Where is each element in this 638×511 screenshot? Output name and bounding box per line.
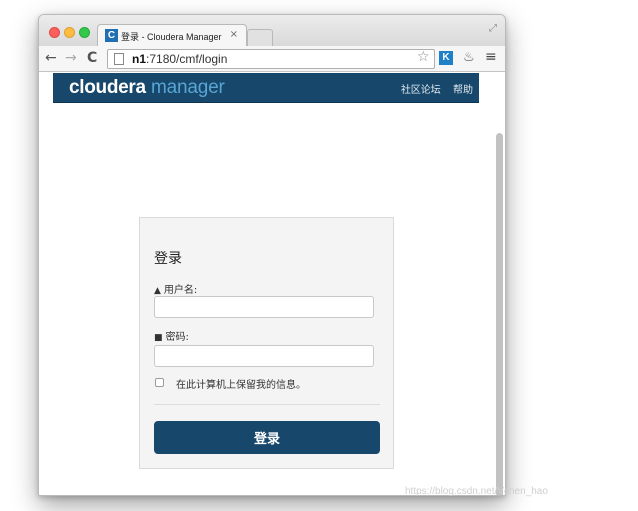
browser-titlebar: C 登录 - Cloudera Manager × ⤢ [39,15,505,47]
window-close-button[interactable] [49,27,60,38]
watermark: https://blog.csdn.net/Vchen_hao [405,486,548,497]
back-arrow-icon[interactable]: ← [45,50,57,66]
divider [154,404,380,405]
browser-tab[interactable]: C 登录 - Cloudera Manager × [97,24,247,47]
user-icon: ▲ [154,286,161,296]
remember-me-label[interactable]: 在此计算机上保留我的信息。 [176,376,306,391]
window-minimize-button[interactable] [64,27,75,38]
lock-icon: ■ [154,333,163,343]
username-input[interactable] [154,296,374,318]
window-maximize-button[interactable] [79,27,90,38]
url-text: n1:7180/cmf/login [132,52,227,66]
username-label-text: 用户名: [163,285,198,296]
header-links: 社区论坛 帮助 [392,81,473,96]
url-path: :7180/cmf/login [146,52,228,66]
password-label-text: 密码: [165,332,189,343]
login-card: 登录 ▲ 用户名: ■ 密码: 在此计算机上保留我的信息。 登录 [139,217,394,469]
address-bar[interactable]: n1:7180/cmf/login [107,49,435,69]
password-label: ■ 密码: [154,328,189,343]
browser-toolbar: ← → C n1:7180/cmf/login ☆ K ♨ ≡ [39,46,505,72]
browser-window: C 登录 - Cloudera Manager × ⤢ ← → C n1:718… [38,14,506,496]
login-heading: 登录 [154,251,182,267]
page-viewport: cloudera manager 社区论坛 帮助 登录 ▲ 用户名: ■ 密码: 在… [39,73,505,495]
help-link[interactable]: 帮助 [453,85,473,96]
forward-arrow-icon[interactable]: → [65,50,77,66]
menu-icon[interactable]: ≡ [485,49,497,65]
extension-k-icon[interactable]: K [439,51,453,65]
tab-close-icon[interactable]: × [230,29,238,40]
logo-cloudera[interactable]: cloudera [69,77,146,99]
cm-header: cloudera manager 社区论坛 帮助 [53,73,479,103]
page-icon [114,53,124,65]
username-label: ▲ 用户名: [154,281,197,296]
password-input[interactable] [154,345,374,367]
tab-title: 登录 - Cloudera Manager [121,32,222,42]
logo-manager[interactable]: manager [151,77,225,99]
new-tab-button[interactable] [247,29,273,46]
url-host: n1 [132,52,147,66]
login-button[interactable]: 登录 [154,421,380,454]
bookmark-star-icon[interactable]: ☆ [417,49,430,65]
scrollbar[interactable] [496,133,503,495]
reload-icon[interactable]: C [87,50,97,66]
fullscreen-icon[interactable]: ⤢ [489,23,497,34]
community-forum-link[interactable]: 社区论坛 [401,85,441,96]
extension-icon[interactable]: ♨ [463,50,475,65]
cloudera-favicon-icon: C [105,29,118,42]
remember-me-checkbox[interactable] [155,378,164,387]
